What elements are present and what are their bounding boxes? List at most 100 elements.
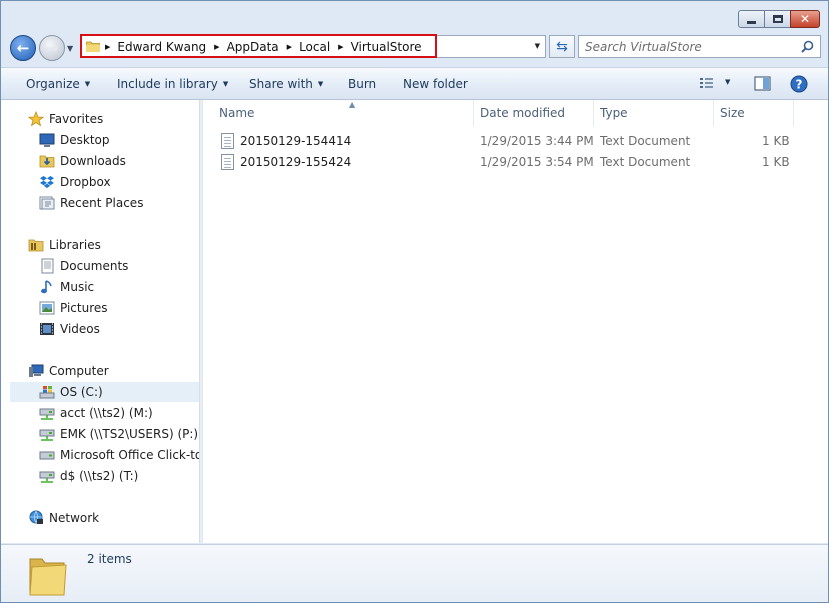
nav-drive-c-label: OS (C:) bbox=[60, 385, 103, 399]
nav-documents[interactable]: Documents bbox=[39, 256, 128, 276]
nav-desktop[interactable]: Desktop bbox=[39, 130, 110, 150]
organize-label: Organize bbox=[26, 77, 80, 91]
recent-places-icon bbox=[39, 195, 55, 211]
nav-favorites-label: Favorites bbox=[49, 112, 104, 126]
search-box[interactable] bbox=[578, 35, 821, 58]
nav-recent-places[interactable]: Recent Places bbox=[39, 193, 143, 213]
nav-libraries[interactable]: Libraries bbox=[28, 235, 101, 255]
column-header-name[interactable]: Name ▲ bbox=[213, 100, 474, 126]
nav-drive-p[interactable]: EMK (\\TS2\USERS) (P:) bbox=[39, 424, 198, 444]
file-date: 1/29/2015 3:54 PM bbox=[480, 155, 594, 169]
file-date: 1/29/2015 3:44 PM bbox=[480, 134, 594, 148]
minimize-button[interactable] bbox=[738, 10, 765, 28]
nav-videos[interactable]: Videos bbox=[39, 319, 100, 339]
nav-drive-m[interactable]: acct (\\ts2) (M:) bbox=[39, 403, 153, 423]
forward-button[interactable]: → bbox=[39, 35, 65, 61]
address-dropdown-icon[interactable]: ▼ bbox=[535, 42, 540, 50]
column-header-date[interactable]: Date modified bbox=[474, 100, 594, 126]
nav-network[interactable]: Network bbox=[28, 508, 99, 528]
table-row[interactable]: 20150129-154414 1/29/2015 3:44 PM Text D… bbox=[203, 131, 803, 152]
nav-computer-label: Computer bbox=[49, 364, 109, 378]
back-arrow-icon: ← bbox=[16, 39, 30, 57]
navigation-pane-divider[interactable] bbox=[200, 100, 202, 543]
folder-icon bbox=[29, 558, 67, 596]
command-bar: Organize ▼ Include in library ▼ Share with… bbox=[1, 67, 828, 100]
text-document-icon bbox=[221, 154, 234, 170]
chevron-down-icon: ▼ bbox=[317, 80, 324, 88]
nav-music[interactable]: Music bbox=[39, 277, 94, 297]
nav-computer[interactable]: Computer bbox=[28, 361, 109, 381]
nav-drive-c[interactable]: OS (C:) bbox=[10, 382, 199, 402]
organize-menu[interactable]: Organize ▼ bbox=[26, 77, 90, 91]
navigation-pane: Favorites Desktop Downloads Dropbox Rece… bbox=[1, 100, 200, 543]
libraries-icon bbox=[28, 237, 44, 253]
network-drive-icon bbox=[39, 405, 55, 421]
videos-icon bbox=[39, 321, 55, 337]
nav-drive-t-label: d$ (\\ts2) (T:) bbox=[60, 469, 139, 483]
nav-documents-label: Documents bbox=[60, 259, 129, 273]
nav-drive-m-label: acct (\\ts2) (M:) bbox=[60, 406, 153, 420]
chevron-down-icon: ▼ bbox=[222, 80, 229, 88]
nav-favorites[interactable]: Favorites bbox=[28, 109, 103, 129]
file-size: 1 KB bbox=[762, 134, 790, 148]
explorer-window: ✕ ← → ▼ ▶ Edward Kwang ▶ AppData ▶ Local… bbox=[0, 0, 829, 603]
nav-downloads-label: Downloads bbox=[60, 154, 126, 168]
view-options-icon[interactable] bbox=[699, 75, 715, 91]
file-type: Text Document bbox=[600, 155, 691, 169]
column-header-type[interactable]: Type bbox=[594, 100, 714, 126]
include-in-library-menu[interactable]: Include in library ▼ bbox=[117, 77, 228, 91]
nav-dropbox[interactable]: Dropbox bbox=[39, 172, 111, 192]
nav-drive-t[interactable]: d$ (\\ts2) (T:) bbox=[39, 466, 138, 486]
refresh-button[interactable]: ⇆ bbox=[549, 35, 575, 58]
address-highlight-box bbox=[80, 34, 437, 58]
forward-arrow-icon: → bbox=[45, 39, 59, 57]
share-with-menu[interactable]: Share with ▼ bbox=[249, 77, 323, 91]
maximize-button[interactable] bbox=[764, 10, 791, 28]
new-folder-button[interactable]: New folder bbox=[403, 77, 468, 91]
nav-videos-label: Videos bbox=[60, 322, 100, 336]
column-header-size[interactable]: Size bbox=[714, 100, 794, 126]
nav-pictures-label: Pictures bbox=[60, 301, 108, 315]
back-button[interactable]: ← bbox=[10, 35, 36, 61]
nav-music-label: Music bbox=[60, 280, 95, 294]
pictures-icon bbox=[39, 300, 55, 316]
nav-drive-office[interactable]: Microsoft Office Click-to-Run bbox=[39, 445, 199, 465]
preview-pane-icon[interactable] bbox=[754, 75, 771, 92]
file-type: Text Document bbox=[600, 134, 691, 148]
nav-dropbox-label: Dropbox bbox=[60, 175, 111, 189]
maximize-icon bbox=[772, 15, 783, 23]
burn-button[interactable]: Burn bbox=[348, 77, 376, 91]
nav-downloads[interactable]: Downloads bbox=[39, 151, 126, 171]
nav-desktop-label: Desktop bbox=[60, 133, 110, 147]
help-icon[interactable]: ? bbox=[790, 75, 808, 93]
file-name: 20150129-154414 bbox=[240, 134, 352, 148]
computer-icon bbox=[28, 363, 44, 379]
documents-icon bbox=[39, 258, 55, 274]
music-icon bbox=[39, 279, 55, 295]
details-pane: 2 items bbox=[1, 544, 828, 602]
star-icon bbox=[28, 111, 44, 127]
search-input[interactable] bbox=[585, 39, 795, 55]
text-document-icon bbox=[221, 133, 234, 149]
view-options-dropdown-icon[interactable]: ▼ bbox=[725, 78, 730, 86]
desktop-icon bbox=[39, 132, 55, 148]
navigation-bar: ← → ▼ ▶ Edward Kwang ▶ AppData ▶ Local ▶… bbox=[1, 33, 828, 63]
item-count: 2 items bbox=[87, 552, 132, 566]
network-icon bbox=[28, 510, 44, 526]
recent-pages-dropdown[interactable]: ▼ bbox=[67, 44, 73, 53]
nav-pictures[interactable]: Pictures bbox=[39, 298, 108, 318]
search-icon[interactable] bbox=[801, 40, 814, 53]
network-drive-icon bbox=[39, 468, 55, 484]
nav-drive-office-label: Microsoft Office Click-to-Run bbox=[60, 448, 199, 462]
close-button[interactable]: ✕ bbox=[790, 10, 820, 28]
drive-icon bbox=[39, 447, 55, 463]
nav-recent-places-label: Recent Places bbox=[60, 196, 144, 210]
file-name: 20150129-155424 bbox=[240, 155, 352, 169]
nav-drive-p-label: EMK (\\TS2\USERS) (P:) bbox=[60, 427, 199, 441]
file-list: Name ▲ Date modified Type Size 20150129-1… bbox=[203, 100, 828, 543]
svg-text:?: ? bbox=[796, 77, 803, 91]
window-caption-buttons: ✕ bbox=[738, 10, 820, 28]
share-with-label: Share with bbox=[249, 77, 313, 91]
table-row[interactable]: 20150129-155424 1/29/2015 3:54 PM Text D… bbox=[203, 152, 803, 173]
nav-libraries-label: Libraries bbox=[49, 238, 101, 252]
